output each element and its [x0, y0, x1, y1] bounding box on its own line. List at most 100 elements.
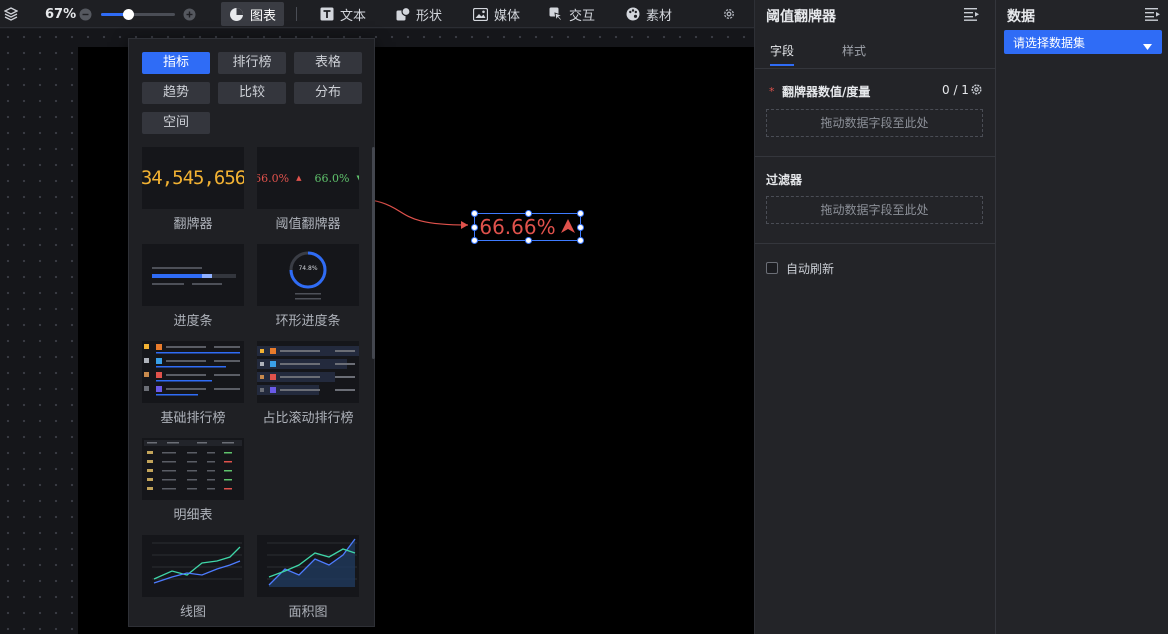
threshold-flip-widget[interactable]: 66.66%: [471, 210, 584, 244]
toolbar-divider: [296, 7, 297, 21]
tab-style[interactable]: 样式: [842, 42, 866, 59]
resize-handle-nw[interactable]: [471, 210, 478, 217]
field-count: 0 / 1: [942, 83, 969, 97]
active-tab-indicator: [770, 64, 794, 66]
chart-item-area-chart[interactable]: [257, 535, 359, 597]
flyout-scrollbar[interactable]: [372, 147, 375, 359]
flip-counter-preview: 34,545,656: [142, 167, 244, 189]
auto-refresh-checkbox[interactable]: [766, 262, 778, 274]
detail-table-preview-icon: [144, 440, 242, 490]
settings-gear-icon[interactable]: [722, 0, 736, 28]
progress-bar-preview-icon: [152, 267, 236, 285]
data-panel-title: 数据: [1007, 9, 1035, 25]
tab-media[interactable]: 媒体: [473, 0, 520, 28]
chart-item-ring-progress[interactable]: 74.8%: [257, 244, 359, 306]
tab-divider: [755, 68, 996, 69]
zoom-slider[interactable]: [101, 9, 175, 20]
tab-asset[interactable]: 素材: [626, 0, 672, 28]
tab-label: 交互: [569, 8, 596, 24]
chart-item-line-chart[interactable]: [142, 535, 244, 597]
threshold-up-preview: 66.0%: [257, 171, 290, 185]
field-label: 翻牌器数值/度量: [782, 85, 871, 99]
drag-connector-icon: [343, 196, 469, 229]
data-panel: 数据 请选择数据集: [995, 0, 1168, 634]
chevron-down-icon: [1143, 39, 1152, 53]
filter-label: 过滤器: [766, 173, 803, 187]
required-marker-icon: *: [769, 85, 775, 98]
toolbar: 67% 图表 文本 形状 媒体 交互 素材: [0, 0, 754, 28]
auto-refresh-label: 自动刷新: [786, 262, 835, 276]
chart-item-flip-counter[interactable]: 34,545,656: [142, 147, 244, 209]
text-icon: [320, 7, 334, 21]
zoom-out-icon[interactable]: [79, 0, 92, 28]
category-trend[interactable]: 趋势: [142, 82, 210, 104]
zoom-slider-handle[interactable]: [122, 9, 134, 20]
collapse-data-panel-icon[interactable]: [1145, 7, 1161, 24]
line-chart-preview-icon: [152, 542, 242, 584]
media-icon: [473, 7, 488, 21]
chart-item-basic-ranking[interactable]: [142, 341, 244, 403]
panel-title: 阈值翻牌器: [766, 9, 836, 25]
tab-chart[interactable]: 图表: [221, 2, 285, 26]
chart-item-label: 面积图: [288, 605, 328, 620]
dataset-select[interactable]: 请选择数据集: [1004, 30, 1162, 54]
basic-ranking-preview-icon: [144, 344, 240, 396]
resize-handle-ne[interactable]: [577, 210, 584, 217]
arrow-up-icon: ▲: [296, 174, 302, 182]
chart-icon: [229, 7, 244, 22]
tab-interaction[interactable]: 交互: [549, 0, 595, 28]
chart-item-label: 翻牌器: [173, 217, 213, 232]
zoom-level: 67%: [45, 6, 77, 22]
tab-label: 形状: [416, 8, 443, 24]
tab-shape[interactable]: 形状: [396, 0, 442, 28]
chart-item-threshold-flip[interactable]: 66.0% ▲ 66.0% ▼: [257, 147, 359, 209]
properties-panel: 阈值翻牌器 字段 样式 * 翻牌器数值/度量 0 / 1 拖动数据字段至此处 过…: [754, 0, 996, 634]
asset-icon: [626, 7, 640, 21]
filter-drop-zone[interactable]: 拖动数据字段至此处: [766, 196, 983, 224]
collapse-panel-icon[interactable]: [964, 7, 980, 24]
chart-item-label: 进度条: [173, 314, 213, 329]
tab-text[interactable]: 文本: [320, 0, 366, 28]
area-chart-preview-icon: [267, 538, 357, 587]
zoom-in-icon[interactable]: [183, 0, 196, 28]
resize-handle-s[interactable]: [525, 237, 532, 244]
tab-label: 文本: [340, 8, 367, 24]
chart-item-scroll-ranking[interactable]: [257, 341, 359, 403]
widget-value-text: 66.66%: [479, 215, 556, 239]
chart-item-label: 线图: [179, 605, 206, 620]
tab-label: 图表: [250, 8, 277, 24]
resize-handle-n[interactable]: [525, 210, 532, 217]
ring-progress-value: 74.8%: [298, 265, 318, 272]
layers-icon[interactable]: [4, 0, 18, 28]
dataset-select-value: 请选择数据集: [1013, 36, 1086, 50]
tab-label: 素材: [646, 8, 673, 24]
category-metric[interactable]: 指标: [142, 52, 210, 74]
resize-handle-w[interactable]: [471, 224, 478, 231]
category-distribution[interactable]: 分布: [294, 82, 362, 104]
category-spatial[interactable]: 空间: [142, 112, 210, 134]
chart-item-progress-bar[interactable]: [142, 244, 244, 306]
threshold-down-preview: 66.0%: [314, 171, 350, 185]
arrow-up-icon: [560, 215, 576, 239]
chart-item-detail-table[interactable]: [142, 438, 244, 500]
arrow-down-icon: ▼: [356, 174, 359, 182]
tab-fields[interactable]: 字段: [770, 42, 794, 59]
field-drop-zone[interactable]: 拖动数据字段至此处: [766, 109, 983, 137]
category-compare[interactable]: 比较: [218, 82, 286, 104]
ring-progress-preview-icon: [289, 251, 327, 300]
section-divider: [755, 156, 996, 157]
chart-item-label: 基础排行榜: [160, 411, 226, 426]
chart-item-label: 占比滚动排行榜: [262, 411, 354, 426]
resize-handle-se[interactable]: [577, 237, 584, 244]
chart-item-label: 阈值翻牌器: [275, 217, 341, 232]
shape-icon: [396, 7, 410, 21]
editor-canvas[interactable]: [0, 29, 754, 634]
resize-handle-sw[interactable]: [471, 237, 478, 244]
category-table[interactable]: 表格: [294, 52, 362, 74]
section-divider: [755, 243, 996, 244]
field-settings-gear-icon[interactable]: [970, 83, 983, 99]
resize-handle-e[interactable]: [577, 224, 584, 231]
tab-label: 媒体: [494, 8, 521, 24]
category-ranking[interactable]: 排行榜: [218, 52, 286, 74]
chart-item-label: 明细表: [173, 508, 213, 523]
